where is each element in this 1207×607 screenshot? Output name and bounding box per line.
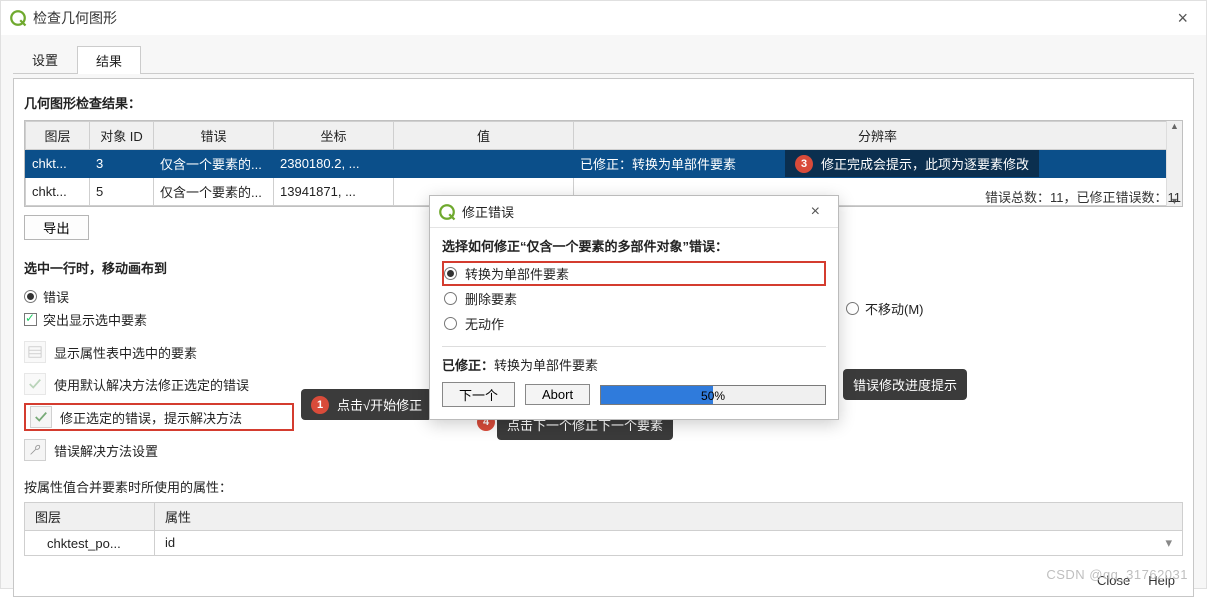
annotation-1: 1 点击√开始修正 [301,389,432,420]
radio-icon [444,317,457,330]
modal-titlebar: 修正错误 × [430,196,838,228]
progress-label: 50% [601,386,825,406]
radio-nomove[interactable]: 不移动(M) [846,287,924,329]
close-icon[interactable]: × [1167,8,1198,29]
dialog-footer: Close Help [1097,573,1175,588]
next-button[interactable]: 下一个 [442,382,515,407]
action-label: 错误解决方法设置 [54,441,158,460]
col-res[interactable]: 分辨率 [574,122,1182,150]
col-coord[interactable]: 坐标 [274,122,394,150]
tab-settings[interactable]: 设置 [13,45,77,73]
action-error-settings[interactable]: 错误解决方法设置 [24,437,1183,463]
action-fix-selected[interactable]: 修正选定的错误，提示解决方法 [24,403,294,431]
action-label: 显示属性表中选中的要素 [54,343,197,362]
col-attr: 属性 [155,503,1183,531]
results-heading: 几何图形检查结果： [24,93,1183,112]
fixed-status: 已修正：转换为单部件要素 [442,346,826,374]
radio-icon [24,290,37,303]
fix-error-dialog: 修正错误 × 选择如何修正“仅含一个要素的多部件对象”错误： 转换为单部件要素 … [429,195,839,420]
action-label: 使用默认解决方法修正选定的错误 [54,375,249,394]
check-icon [24,373,46,395]
window-title: 检查几何图形 [33,8,117,28]
main-window: 检查几何图形 × 设置 结果 几何图形检查结果： 图层 对象 ID 错误 坐标 [0,0,1207,589]
col-layer[interactable]: 图层 [26,122,90,150]
merge-attr-table: 图层 属性 chktest_po... id ▾ [24,502,1183,556]
abort-button[interactable]: Abort [525,384,590,405]
check-icon [30,406,52,428]
radio-icon [444,292,457,305]
error-summary: 错误总数：11，已修正错误数：11 [985,187,1181,206]
col-error[interactable]: 错误 [154,122,274,150]
chk-highlight[interactable]: 突出显示选中要素 [24,310,147,329]
annotation-5: 错误修改进度提示 [843,369,967,400]
opt-convert-single[interactable]: 转换为单部件要素 [442,261,826,286]
modal-body: 选择如何修正“仅含一个要素的多部件对象”错误： 转换为单部件要素 删除要素 无动… [430,228,838,419]
badge-3: 3 [795,155,813,173]
col-value[interactable]: 值 [394,122,574,150]
export-button[interactable]: 导出 [24,215,89,240]
col-layer: 图层 [25,503,155,531]
modal-buttons: 下一个 Abort 50% [442,382,826,407]
table-icon [24,341,46,363]
col-oid[interactable]: 对象 ID [90,122,154,150]
row-resolution: 已修正：转换为单部件要素 [580,157,736,172]
tabs: 设置 结果 [13,45,1194,74]
wrench-icon [24,439,46,461]
radio-icon [846,302,859,315]
radio-error[interactable]: 错误 [24,287,147,306]
titlebar: 检查几何图形 × [1,1,1206,35]
merge-attr-title: 按属性值合并要素时所使用的属性： [24,477,1183,496]
opt-none[interactable]: 无动作 [442,311,826,336]
chevron-down-icon: ▾ [1165,535,1172,551]
opt-delete[interactable]: 删除要素 [442,286,826,311]
help-button[interactable]: Help [1148,573,1175,588]
table-row[interactable]: chktest_po... id ▾ [25,531,1183,556]
action-label: 修正选定的错误，提示解决方法 [60,408,242,427]
radio-icon [444,267,457,280]
modal-instruction: 选择如何修正“仅含一个要素的多部件对象”错误： [442,236,826,255]
close-icon[interactable]: × [801,203,830,221]
tab-results[interactable]: 结果 [77,46,141,74]
annotation-3: 3 修正完成会提示，此项为逐要素修改 [785,150,1039,177]
modal-title: 修正错误 [462,202,514,221]
app-icon [438,203,456,221]
badge-1: 1 [311,396,329,414]
progress-bar: 50% [600,385,826,405]
checkbox-icon [24,313,37,326]
app-icon [9,9,27,27]
close-button[interactable]: Close [1097,573,1130,588]
attr-dropdown[interactable]: id ▾ [155,531,1183,556]
